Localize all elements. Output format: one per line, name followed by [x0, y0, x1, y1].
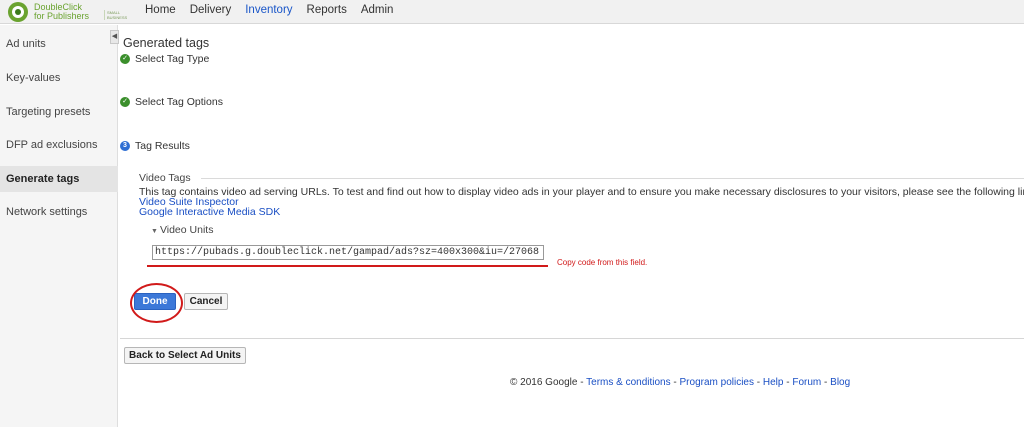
cancel-button[interactable]: Cancel	[184, 293, 228, 310]
nav-admin[interactable]: Admin	[361, 0, 394, 24]
video-units-label: Video Units	[159, 224, 214, 236]
nav-home[interactable]: Home	[145, 0, 176, 24]
footer-link-help[interactable]: Help	[763, 377, 784, 388]
nav-inventory[interactable]: Inventory	[245, 0, 292, 24]
video-units-toggle[interactable]: ▼ Video Units	[151, 224, 213, 236]
footer-sep: -	[577, 377, 587, 388]
check-circle-icon: ✓	[120, 54, 130, 64]
top-bar: DoubleClick for Publishers SMALL BUSINES…	[0, 0, 1024, 24]
doubleclick-logo[interactable]: DoubleClick for Publishers SMALL BUSINES…	[8, 2, 127, 22]
ima-sdk-link[interactable]: Google Interactive Media SDK	[139, 206, 280, 218]
sidebar-item-targeting-presets[interactable]: Targeting presets	[6, 106, 90, 118]
footer-link-blog[interactable]: Blog	[830, 377, 850, 388]
footer-copyright: © 2016 Google	[510, 377, 578, 388]
main-nav: Home Delivery Inventory Reports Admin	[145, 0, 407, 24]
video-tags-legend: Video Tags	[139, 172, 191, 184]
logo-line-2: for Publishers	[34, 11, 90, 21]
logo-edition: SMALL BUSINESS	[104, 10, 127, 20]
footer: © 2016 Google - Terms & conditions - Pro…	[510, 377, 850, 388]
sidebar-item-generate-tags[interactable]: Generate tags	[6, 173, 79, 185]
video-tags-info: This tag contains video ad serving URLs.…	[139, 186, 1024, 198]
triangle-down-icon: ▼	[151, 228, 158, 235]
footer-sep: -	[821, 377, 831, 388]
footer-link-program-policies[interactable]: Program policies	[680, 377, 754, 388]
step-label: Select Tag Type	[135, 53, 210, 65]
page-divider	[120, 338, 1024, 339]
footer-link-terms[interactable]: Terms & conditions	[586, 377, 670, 388]
done-highlight-annotation	[130, 283, 183, 323]
sidebar-item-network-settings[interactable]: Network settings	[6, 206, 87, 218]
main-content: Generated tags ✓ Select Tag Type ✓ Selec…	[120, 25, 1024, 427]
sidebar: Ad units Key-values Targeting presets DF…	[0, 25, 118, 427]
footer-link-forum[interactable]: Forum	[792, 377, 821, 388]
sidebar-item-ad-units[interactable]: Ad units	[6, 38, 46, 50]
nav-reports[interactable]: Reports	[307, 0, 347, 24]
step-number-badge: 3	[120, 141, 130, 151]
sidebar-item-dfp-ad-exclusions[interactable]: DFP ad exclusions	[6, 139, 98, 151]
tag-code-field[interactable]: https://pubads.g.doubleclick.net/gampad/…	[152, 245, 544, 260]
footer-sep: -	[670, 377, 680, 388]
nav-delivery[interactable]: Delivery	[190, 0, 232, 24]
back-to-select-ad-units-button[interactable]: Back to Select Ad Units	[124, 347, 246, 364]
sidebar-collapse-button[interactable]: ◀	[110, 30, 119, 44]
section-divider	[201, 178, 1024, 179]
doubleclick-logo-icon	[8, 2, 28, 22]
step-label: Tag Results	[135, 140, 190, 152]
sidebar-item-key-values[interactable]: Key-values	[6, 72, 60, 84]
step-label: Select Tag Options	[135, 96, 223, 108]
video-tags-section: Video Tags This tag contains video ad se…	[137, 172, 1024, 312]
page-title: Generated tags	[123, 36, 210, 50]
copy-code-annotation: Copy code from this field.	[557, 258, 648, 267]
chevron-left-icon: ◀	[111, 33, 118, 40]
footer-sep: -	[754, 377, 763, 388]
annotation-underline	[147, 265, 548, 267]
check-circle-icon: ✓	[120, 97, 130, 107]
